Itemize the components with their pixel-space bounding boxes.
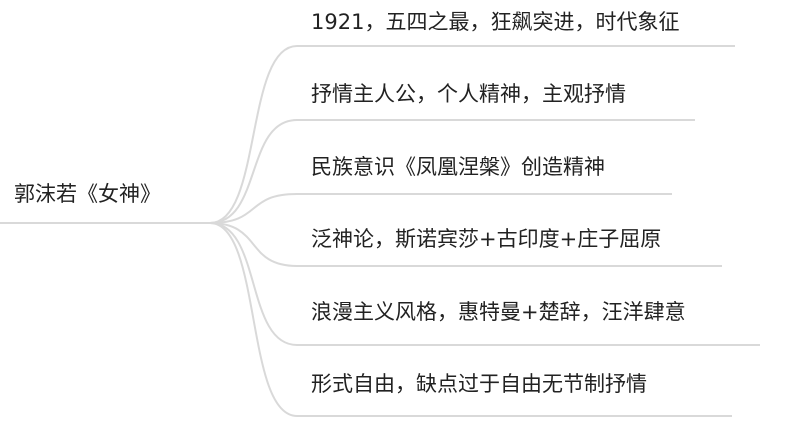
connector-lines: [0, 45, 760, 417]
branch-node-5: 浪漫主义风格，惠特曼+楚辞，汪洋肆意: [311, 300, 686, 324]
root-node: 郭沫若《女神》: [14, 182, 161, 206]
branch-node-2: 抒情主人公，个人精神，主观抒情: [311, 82, 626, 106]
connector-branch-3: [209, 193, 672, 224]
branch-node-1: 1921，五四之最，狂飙突进，时代象征: [311, 10, 680, 34]
connector-branch-1: [209, 45, 735, 224]
branch-node-4: 泛神论，斯诺宾莎+古印度+庄子屈原: [311, 227, 662, 251]
branch-node-3: 民族意识《凤凰涅槃》创造精神: [311, 155, 605, 179]
branch-node-6: 形式自由，缺点过于自由无节制抒情: [311, 372, 647, 396]
